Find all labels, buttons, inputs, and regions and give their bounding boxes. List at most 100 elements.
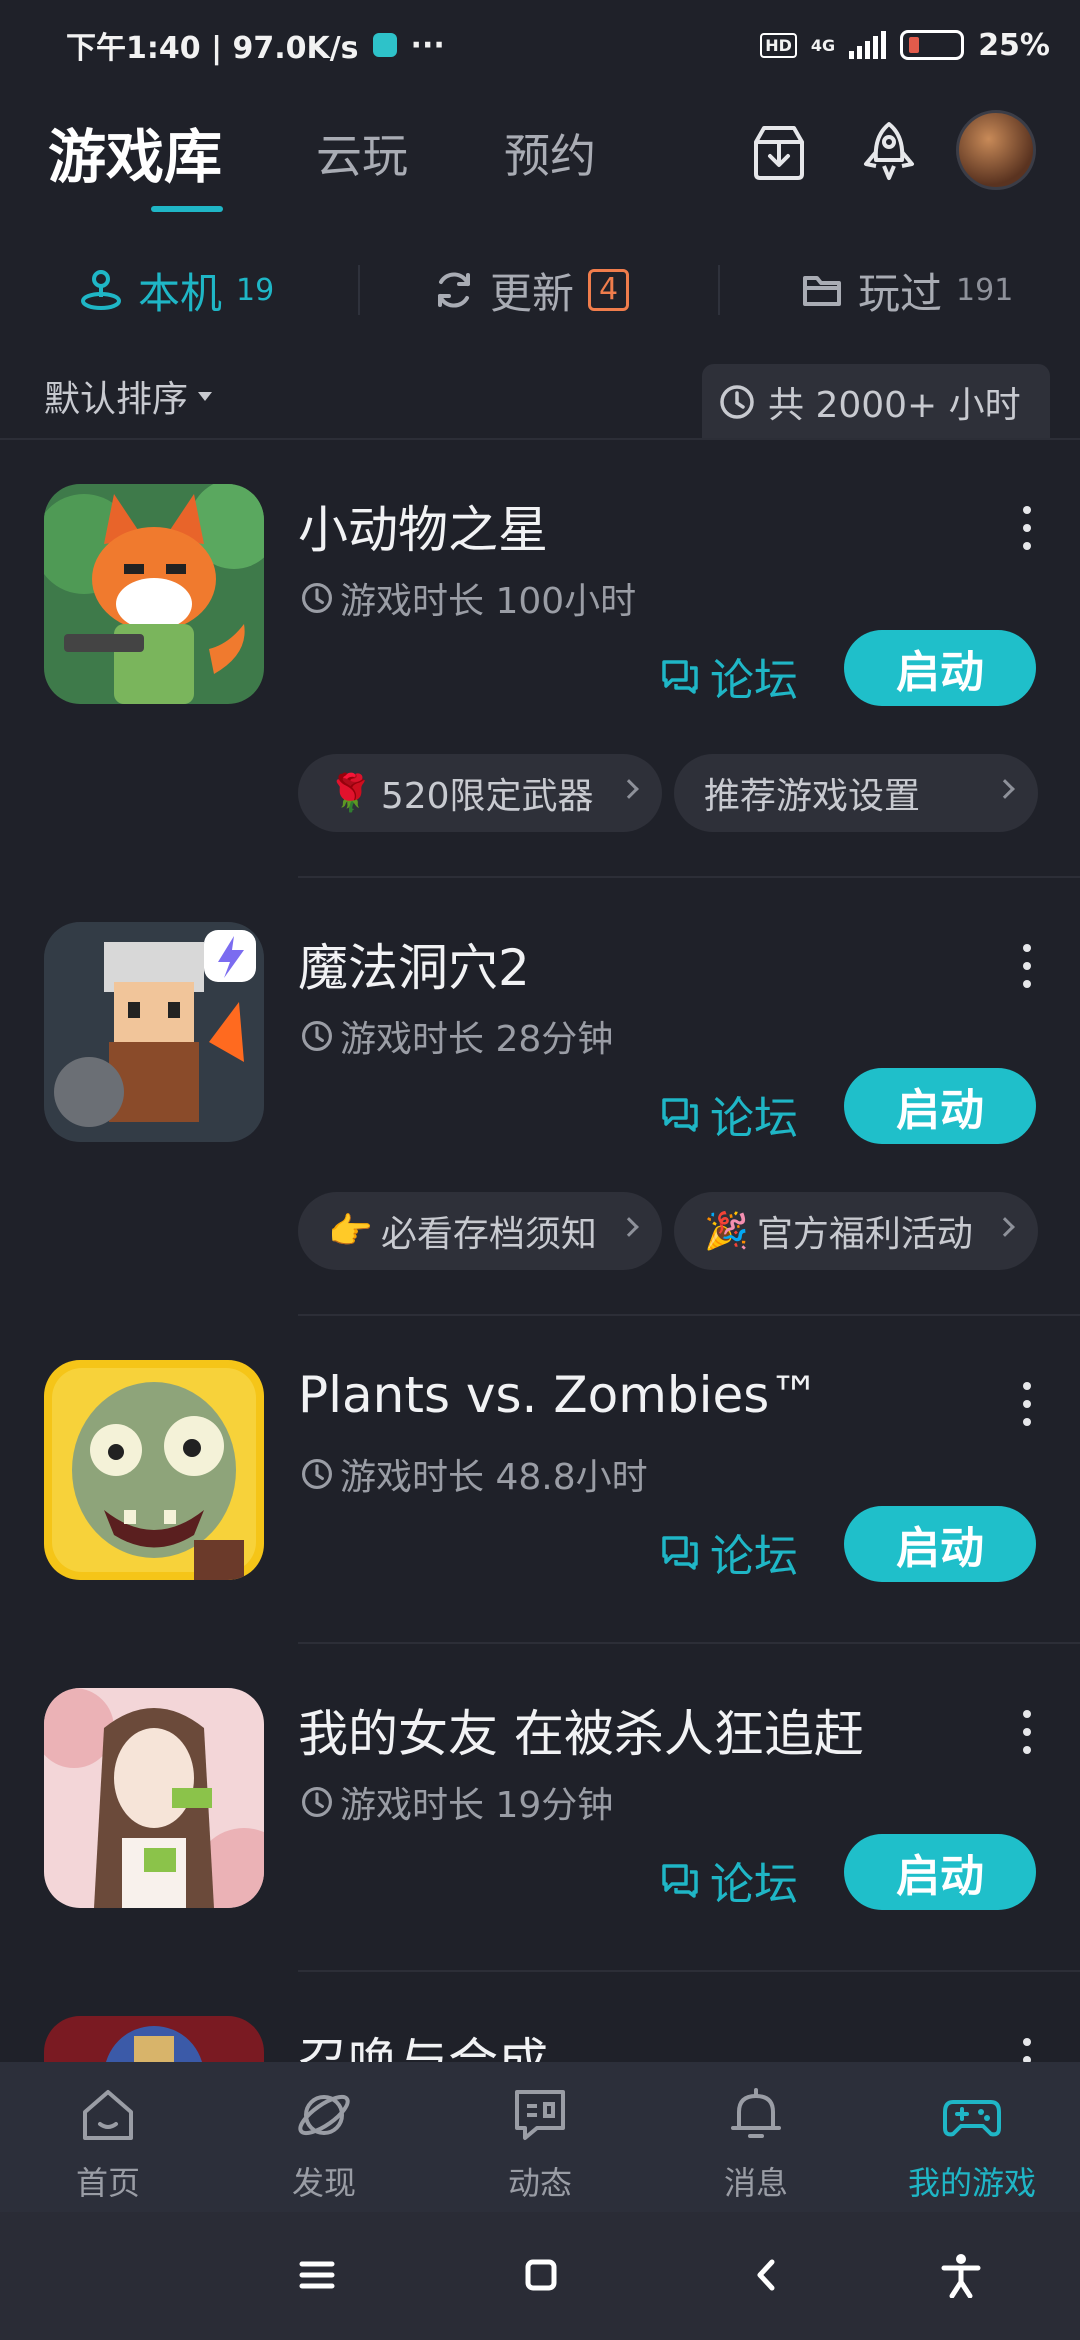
- bell-icon: [731, 2088, 781, 2138]
- launch-button[interactable]: 启动: [844, 1834, 1036, 1910]
- game-title[interactable]: Plants vs. Zombies™: [298, 1366, 819, 1424]
- chip-emoji: 👉: [328, 1211, 373, 1252]
- filter-local-label: 本机: [138, 268, 223, 318]
- rocket-icon[interactable]: [856, 118, 922, 184]
- more-options-icon[interactable]: [1012, 498, 1042, 558]
- forum-icon: [662, 660, 698, 694]
- refresh-icon: [438, 272, 470, 308]
- forum-label: 论坛: [710, 1093, 798, 1144]
- game-playtime: 游戏时长 19分钟: [300, 1776, 613, 1828]
- game-chip[interactable]: 👉 必看存档须知: [298, 1192, 662, 1270]
- game-icon[interactable]: [44, 1360, 264, 1580]
- library-filter-bar: 本机 19 更新 4 玩过 191: [0, 250, 1080, 330]
- clock-icon: [302, 583, 332, 613]
- nav-label: 发现: [291, 2164, 356, 2202]
- forum-icon: [662, 1864, 698, 1898]
- game-title[interactable]: 小动物之星: [298, 490, 548, 562]
- filter-divider: [358, 265, 360, 315]
- nav-my-games[interactable]: 我的游戏: [864, 2062, 1080, 2212]
- game-icon[interactable]: [44, 1688, 264, 1908]
- clock-icon: [302, 1787, 332, 1817]
- filter-local[interactable]: 本机 19: [78, 250, 274, 330]
- nav-label: 我的游戏: [907, 2164, 1036, 2202]
- filter-local-count: 19: [236, 272, 275, 308]
- more-options-icon[interactable]: [1012, 1374, 1042, 1434]
- battery-level: 25%: [978, 27, 1050, 63]
- nav-discover[interactable]: 发现: [216, 2062, 432, 2212]
- chevron-right-icon: [619, 1217, 639, 1237]
- chevron-right-icon: [995, 779, 1015, 799]
- feed-icon: [515, 2090, 565, 2140]
- forum-label: 论坛: [710, 1859, 798, 1910]
- status-more-dots: ···: [410, 27, 445, 63]
- nav-messages[interactable]: 消息: [648, 2062, 864, 2212]
- filter-update-label: 更新: [490, 268, 575, 318]
- accessibility-icon[interactable]: [938, 2252, 984, 2298]
- clock-icon: [720, 385, 754, 419]
- tab-cloud-play[interactable]: 云玩: [316, 120, 408, 186]
- list-divider: [298, 876, 1080, 878]
- tab-reservations[interactable]: 预约: [504, 120, 596, 186]
- launch-button[interactable]: 启动: [844, 1068, 1036, 1144]
- signal-icon: [849, 31, 887, 59]
- forum-label: 论坛: [710, 1531, 798, 1582]
- total-playtime: 共 2000+ 小时: [702, 364, 1050, 440]
- chevron-right-icon: [995, 1217, 1015, 1237]
- filter-update[interactable]: 更新 4: [432, 250, 630, 330]
- battery-icon: [900, 30, 965, 60]
- chip-label: 520限定武器: [380, 776, 594, 817]
- more-options-icon[interactable]: [1012, 936, 1042, 996]
- joystick-icon: [81, 270, 121, 310]
- menu-icon[interactable]: [294, 2252, 340, 2298]
- forum-link[interactable]: 论坛: [660, 1520, 798, 1584]
- user-avatar[interactable]: [956, 110, 1036, 190]
- nav-label: 消息: [723, 2164, 788, 2202]
- chip-emoji: 🎉: [704, 1211, 749, 1252]
- playtime-text: 游戏时长 100小时: [340, 581, 637, 622]
- filter-played[interactable]: 玩过 191: [800, 250, 1013, 330]
- caret-down-icon: [198, 391, 213, 401]
- filter-divider: [718, 265, 720, 315]
- game-playtime: 游戏时长 28分钟: [300, 1010, 613, 1062]
- game-chip[interactable]: 推荐游戏设置: [674, 754, 1038, 832]
- home-icon: [83, 2090, 133, 2140]
- sort-dropdown[interactable]: 默认排序: [44, 370, 213, 422]
- launch-button[interactable]: 启动: [844, 1506, 1036, 1582]
- nav-home[interactable]: 首页: [0, 2062, 216, 2212]
- game-playtime: 游戏时长 100小时: [300, 572, 636, 624]
- home-square-icon[interactable]: [518, 2252, 564, 2298]
- game-icon[interactable]: [44, 922, 264, 1142]
- download-icon[interactable]: [746, 118, 812, 184]
- system-navigation-bar: [0, 2212, 1080, 2340]
- tab-game-library[interactable]: 游戏库: [48, 110, 222, 194]
- total-playtime-label: 共 2000+ 小时: [768, 385, 1021, 426]
- app-notification-icon: [372, 33, 397, 57]
- game-chip[interactable]: 🌹 520限定武器: [298, 754, 662, 832]
- clock-icon: [302, 1021, 332, 1051]
- discover-icon: [298, 2094, 350, 2136]
- game-chip[interactable]: 🎉 官方福利活动: [674, 1192, 1038, 1270]
- more-options-icon[interactable]: [1012, 1702, 1042, 1762]
- playtime-text: 游戏时长 28分钟: [340, 1019, 614, 1060]
- launch-button[interactable]: 启动: [844, 630, 1036, 706]
- forum-icon: [662, 1098, 698, 1132]
- filter-played-label: 玩过: [858, 268, 943, 318]
- list-divider: [298, 1314, 1080, 1316]
- forum-link[interactable]: 论坛: [660, 644, 798, 708]
- section-divider: [0, 438, 1080, 440]
- game-title[interactable]: 魔法洞穴2: [298, 928, 530, 1000]
- gamepad-icon: [943, 2100, 1001, 2137]
- forum-link[interactable]: 论坛: [660, 1082, 798, 1146]
- game-icon[interactable]: [44, 484, 264, 704]
- chip-label: 必看存档须知: [380, 1214, 597, 1255]
- chip-label: 官方福利活动: [756, 1214, 973, 1255]
- back-icon[interactable]: [744, 2252, 790, 2298]
- forum-link[interactable]: 论坛: [660, 1848, 798, 1912]
- nav-feed[interactable]: 动态: [432, 2062, 648, 2212]
- game-title[interactable]: 我的女友 在被杀人狂追赶: [298, 1694, 864, 1766]
- chip-label: 推荐游戏设置: [704, 776, 921, 817]
- filter-played-count: 191: [956, 272, 1014, 308]
- network-type: 4G: [810, 35, 836, 55]
- nav-label: 首页: [75, 2164, 140, 2202]
- chip-emoji: 🌹: [328, 773, 373, 814]
